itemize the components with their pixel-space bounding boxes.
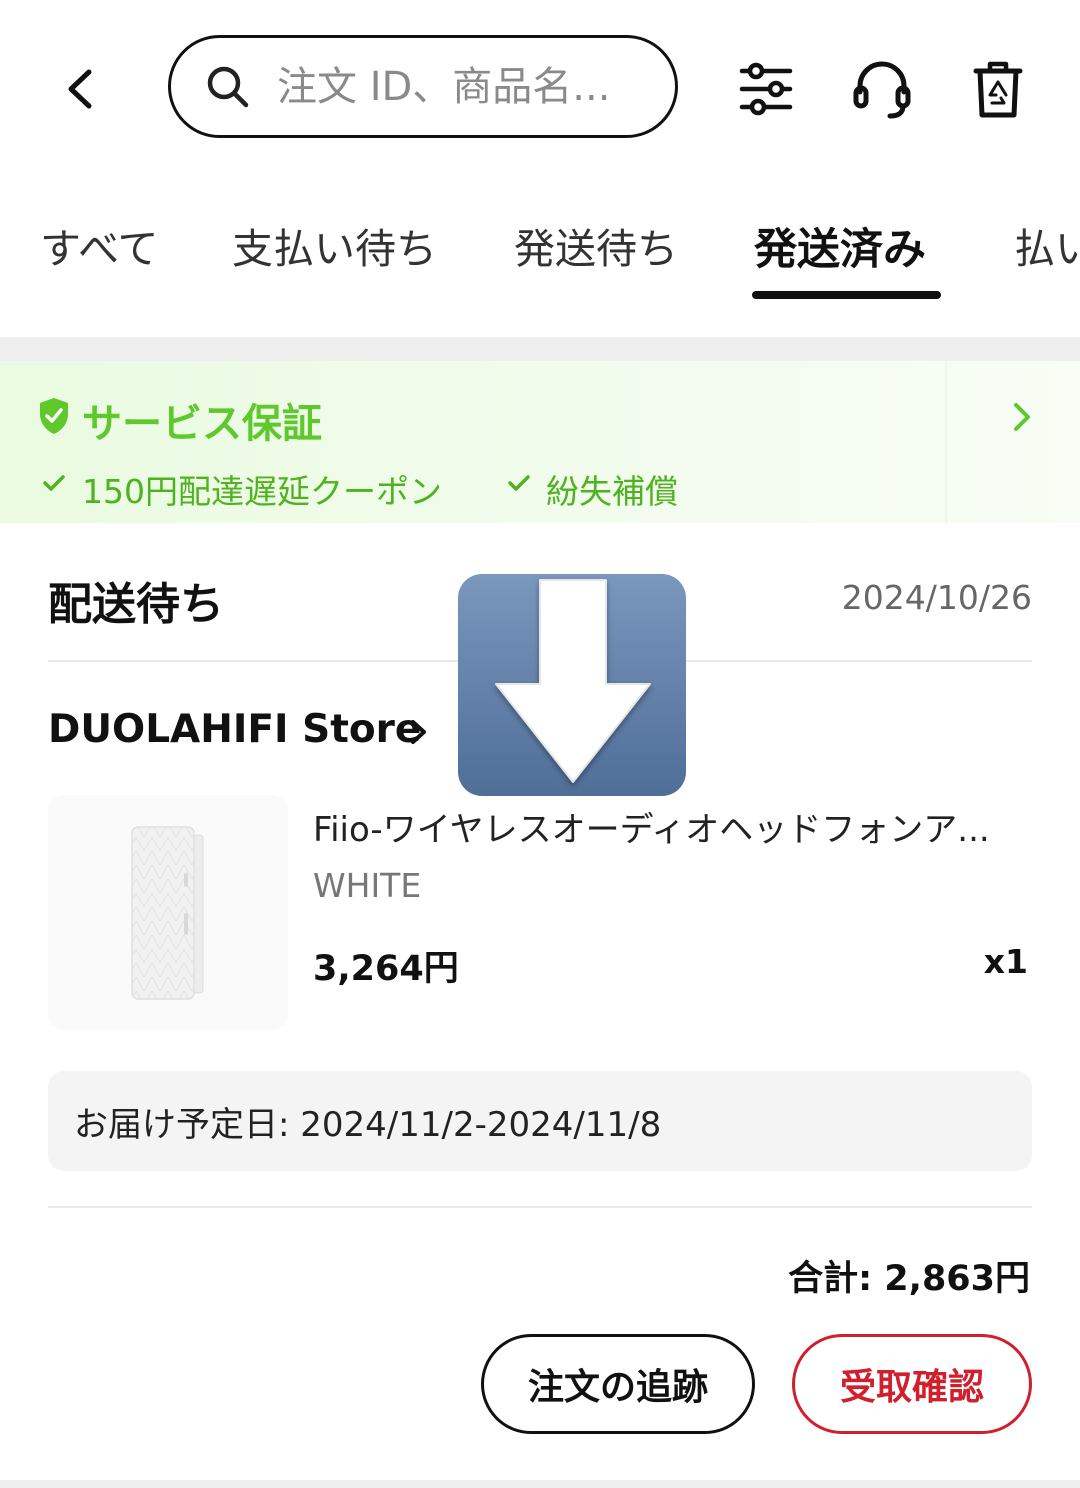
estimated-delivery-box: お届け予定日: 2024/11/2-2024/11/8 (48, 1071, 1032, 1171)
back-button[interactable] (50, 58, 112, 120)
estimated-delivery-text: お届け予定日: 2024/11/2-2024/11/8 (74, 1104, 662, 1145)
chevron-right-icon[interactable] (406, 714, 432, 750)
track-order-button[interactable]: 注文の追跡 (481, 1334, 755, 1434)
filter-sliders-icon (739, 62, 793, 116)
top-bar (0, 0, 1080, 175)
search-icon (207, 66, 249, 107)
tab-refund[interactable]: 払い (1014, 215, 1080, 275)
order-status-tabs: すべて 支払い待ち 発送待ち 発送済み 払い (0, 195, 1080, 305)
download-overlay[interactable] (456, 572, 688, 798)
shield-check-icon (40, 398, 68, 434)
download-arrow-icon (458, 574, 686, 796)
product-variant: WHITE (313, 866, 422, 905)
active-tab-indicator (752, 291, 941, 299)
divider (48, 1206, 1032, 1208)
product-price: 3,264円 (313, 949, 459, 989)
search-input[interactable] (277, 63, 647, 110)
section-divider (0, 337, 1080, 361)
recycle-bin-icon (973, 61, 1023, 118)
check-icon (43, 475, 65, 491)
recycle-bin-button[interactable] (964, 55, 1032, 123)
check-icon (508, 475, 530, 491)
chevron-right-icon[interactable] (1008, 399, 1036, 435)
product-title[interactable]: Fiio-ワイヤレスオーディオヘッドフォンア... (313, 802, 1018, 851)
tab-shipped[interactable]: 発送済み (754, 215, 926, 277)
tab-awaiting-payment[interactable]: 支払い待ち (232, 215, 437, 275)
order-total: 合計: 2,863円 (788, 1259, 1030, 1299)
product-quantity: x1 (983, 942, 1028, 981)
tab-awaiting-shipment[interactable]: 発送待ち (514, 215, 678, 275)
store-name-link[interactable]: DUOLAHIFI Store (48, 707, 421, 752)
order-status: 配送待ち (48, 579, 224, 630)
search-bar[interactable] (168, 35, 678, 138)
order-date: 2024/10/26 (841, 578, 1032, 617)
service-title: サービス保証 (82, 401, 322, 447)
service-item-loss-compensation: 紛失補償 (546, 472, 678, 511)
banner-divider (945, 361, 947, 523)
product-photo (131, 826, 204, 1000)
headset-icon (853, 61, 911, 119)
back-arrow-icon (68, 69, 92, 109)
service-guarantee-banner[interactable]: サービス保証 150円配達遅延クーポン 紛失補償 (0, 361, 1080, 523)
customer-service-button[interactable] (848, 55, 916, 123)
confirm-receipt-button[interactable]: 受取確認 (792, 1334, 1032, 1434)
product-image[interactable] (48, 795, 288, 1030)
filter-button[interactable] (732, 55, 800, 123)
tab-all[interactable]: すべて (40, 215, 159, 275)
bottom-divider (0, 1480, 1080, 1488)
service-item-delay-coupon: 150円配達遅延クーポン (82, 472, 442, 511)
